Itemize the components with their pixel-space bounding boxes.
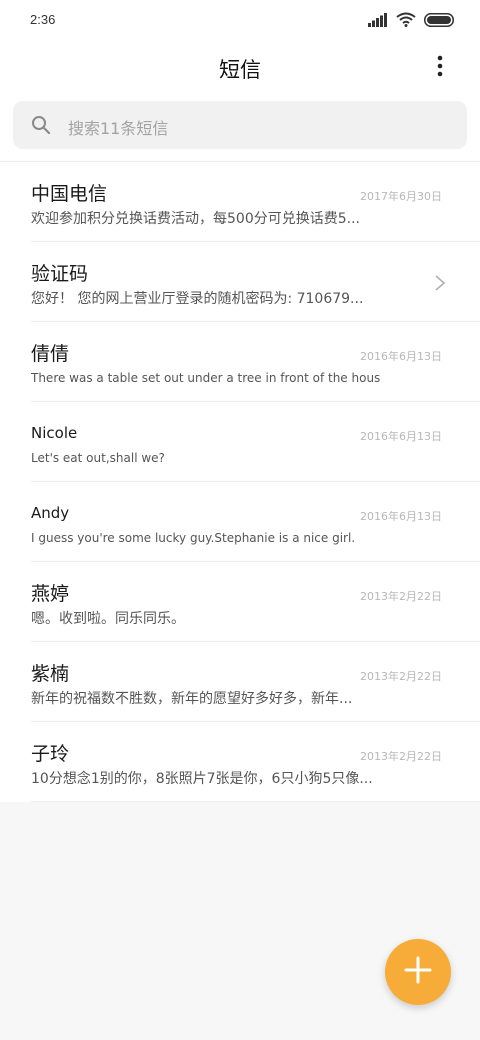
message-date: 2016年6月13日 [360,350,442,363]
contact-name: Andy [31,504,70,522]
message-date: 2016年6月13日 [360,430,442,443]
list-item[interactable]: 中国电信 2017年6月30日 欢迎参加积分兑换话费活动，每500分可兑换话费5… [0,162,480,242]
message-date: 2013年2月22日 [360,670,442,683]
list-item[interactable]: 子玲 2013年2月22日 10分想念1别的你，8张照片7张是你，6只小狗5只像… [0,722,480,802]
status-time: 2:36 [30,12,56,27]
page-title: 短信 [219,58,261,82]
list-item[interactable]: 紫楠 2013年2月22日 新年的祝福数不胜数，新年的愿望好多好多，新年... [0,642,480,722]
message-preview: There was a table set out under a tree i… [31,371,381,385]
message-preview: 10分想念1别的你，8张照片7张是你，6只小狗5只像... [31,771,373,787]
status-bar: 2:36 [0,0,480,40]
message-date: 2016年6月13日 [360,510,442,523]
plus-icon [404,956,432,988]
header: 短信 [0,40,480,96]
search-icon [31,115,51,135]
list-item[interactable]: Andy 2016年6月13日 I guess you're some luck… [0,482,480,562]
message-preview: I guess you're some lucky guy.Stephanie … [31,531,356,545]
search-placeholder: 搜索11条短信 [68,119,169,138]
message-preview: 嗯。收到啦。同乐同乐。 [31,611,185,627]
contact-name: 子玲 [31,743,70,765]
list-item[interactable]: 燕婷 2013年2月22日 嗯。收到啦。同乐同乐。 [0,562,480,642]
message-preview: 您好！ 您的网上营业厅登录的随机密码为: 710679... [31,291,364,307]
message-preview: 新年的祝福数不胜数，新年的愿望好多好多，新年... [31,691,353,707]
message-date: 2013年2月22日 [360,590,442,603]
search-input[interactable]: 搜索11条短信 [13,101,467,149]
signal-icon [368,12,388,31]
contact-name: 倩倩 [31,343,70,365]
message-date: 2013年2月22日 [360,750,442,763]
message-list: 中国电信 2017年6月30日 欢迎参加积分兑换话费活动，每500分可兑换话费5… [0,162,480,802]
list-item[interactable]: 倩倩 2016年6月13日 There was a table set out … [0,322,480,402]
message-date: 2017年6月30日 [360,190,442,203]
contact-name: 验证码 [31,263,89,285]
more-vertical-icon [437,55,443,81]
message-preview: 欢迎参加积分兑换话费活动，每500分可兑换话费5... [31,211,360,227]
contact-name: 燕婷 [31,583,70,605]
content-area: 2:36 短信 搜索11条短信 中国电信 2017年6月30日 欢迎参加积分兑换… [0,0,480,802]
contact-name: 中国电信 [31,183,108,205]
contact-name: Nicole [31,424,78,442]
wifi-icon [396,12,416,31]
status-icons [368,12,454,30]
list-item[interactable]: 验证码 您好！ 您的网上营业厅登录的随机密码为: 710679... [0,242,480,322]
more-options-button[interactable] [422,54,458,82]
contact-name: 紫楠 [31,663,70,685]
chevron-right-icon [434,274,446,292]
sms-app-screen: 2:36 短信 搜索11条短信 中国电信 2017年6月30日 欢迎参加积分兑换… [0,0,480,1040]
new-message-button[interactable] [385,939,451,1005]
battery-icon [424,12,454,31]
message-preview: Let's eat out,shall we? [31,451,165,465]
list-item[interactable]: Nicole 2016年6月13日 Let's eat out,shall we… [0,402,480,482]
